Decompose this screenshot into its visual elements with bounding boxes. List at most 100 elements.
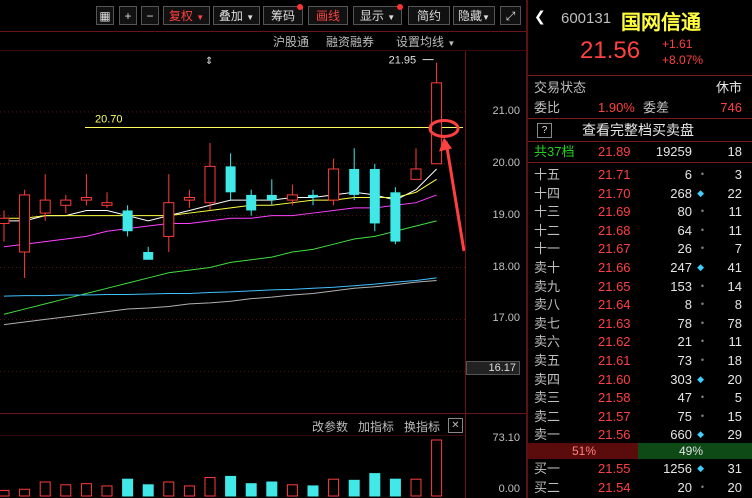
order-book-row[interactable]: 十二 21.68 64 • 11 bbox=[528, 221, 752, 240]
order-book-row[interactable]: 十四 21.70 268 ◆ 22 bbox=[528, 184, 752, 203]
volume-bar bbox=[410, 478, 422, 497]
level-price: 21.63 bbox=[598, 315, 631, 331]
level-label: 卖十 bbox=[534, 260, 561, 275]
order-book-row[interactable]: 卖一 21.56 660 ◆ 29 bbox=[528, 425, 752, 444]
yincang-dropdown[interactable]: 隐藏▼ bbox=[453, 6, 495, 25]
order-book-row[interactable]: 十三 21.69 80 • 11 bbox=[528, 202, 752, 221]
level-count: 18 bbox=[727, 353, 742, 368]
fuquan-dropdown[interactable]: 复权 ▼ bbox=[163, 6, 210, 25]
order-book-row[interactable]: 卖六 21.62 21 • 11 bbox=[528, 332, 752, 351]
volume-bar bbox=[431, 439, 443, 497]
level-count: 20 bbox=[727, 371, 742, 387]
price-tick-label: 21.00 bbox=[492, 104, 520, 117]
expand-icon[interactable]: ⤢ bbox=[500, 6, 521, 25]
order-book-row[interactable]: 卖三 21.58 47 • 5 bbox=[528, 388, 752, 407]
level-price: 21.57 bbox=[598, 408, 631, 424]
chevron-down-icon: ▼ bbox=[447, 39, 456, 48]
level-price: 21.54 bbox=[598, 479, 631, 495]
order-book-row[interactable]: 卖四 21.60 303 ◆ 20 bbox=[528, 370, 752, 389]
drag-handle-icon[interactable]: ⇕ bbox=[205, 56, 213, 67]
grid-icon[interactable]: ▦ bbox=[96, 6, 114, 25]
full-book-link[interactable]: 查看完整档买卖盘 bbox=[582, 121, 694, 140]
candle-body bbox=[266, 194, 277, 201]
candle-body bbox=[246, 194, 257, 211]
candle-body bbox=[101, 202, 113, 206]
order-book-row[interactable]: 十五 21.71 6 • 3 bbox=[528, 165, 752, 184]
price-tick-label: 17.00 bbox=[492, 312, 520, 325]
status-value: 休市 bbox=[715, 80, 742, 95]
volume-bar bbox=[225, 475, 237, 497]
chevron-down-icon: ▼ bbox=[196, 13, 205, 22]
order-book-row[interactable]: 卖五 21.61 73 • 18 bbox=[528, 351, 752, 370]
chart-toolbar: ▦ + − 复权 ▼ 叠加 ▼ 筹码 画线 显示 ▼ 简约 隐藏▼ ⤢ bbox=[0, 0, 526, 32]
level-label: 卖六 bbox=[534, 334, 561, 350]
zoom-in-button[interactable]: + bbox=[119, 6, 137, 25]
candle-body bbox=[286, 194, 298, 201]
zoom-out-button[interactable]: − bbox=[141, 6, 159, 25]
stock-code: 600131 bbox=[561, 10, 612, 27]
close-icon[interactable]: ✕ bbox=[448, 418, 463, 433]
order-book-row[interactable]: 卖九 21.65 153 • 14 bbox=[528, 277, 752, 296]
order-book-row[interactable]: 十一 21.67 26 • 7 bbox=[528, 239, 752, 258]
order-book-row[interactable]: 卖二 21.57 75 • 15 bbox=[528, 407, 752, 426]
level-label: 十二 bbox=[534, 222, 561, 238]
volume-bar bbox=[101, 485, 113, 497]
huan-zhibiao-link[interactable]: 换指标 bbox=[404, 418, 440, 435]
order-book-row[interactable]: 买二 21.54 20 • 20 bbox=[528, 478, 752, 497]
jianyue-button[interactable]: 简约 bbox=[408, 6, 450, 25]
gai-canshu-link[interactable]: 改参数 bbox=[312, 418, 348, 435]
order-book-row[interactable]: 卖十 21.66 247 ◆ 41 bbox=[528, 258, 752, 277]
level-volume: 26 bbox=[677, 241, 692, 257]
level-count: 11 bbox=[728, 222, 743, 238]
level-label: 卖五 bbox=[534, 353, 561, 368]
huaxian-button[interactable]: 画线 bbox=[308, 6, 348, 25]
candlestick-chart[interactable]: 20.70 21.95 bbox=[0, 51, 465, 413]
level-label: 卖九 bbox=[534, 278, 561, 294]
yincang-label: 隐藏 bbox=[458, 9, 483, 23]
order-book-row[interactable]: 买一 21.55 1256 ◆ 31 bbox=[528, 459, 752, 478]
level-marker-icon: • bbox=[700, 317, 704, 328]
level-marker-icon: ◆ bbox=[697, 262, 704, 272]
level-volume: 78 bbox=[677, 315, 692, 331]
rongzi-link[interactable]: 融资融券 bbox=[326, 33, 374, 50]
divider bbox=[528, 75, 752, 76]
back-arrow-icon[interactable]: ❮ bbox=[534, 8, 546, 25]
level-price: 21.58 bbox=[598, 390, 631, 406]
price-change-pct: +8.07% bbox=[662, 53, 704, 67]
level-label: 卖三 bbox=[534, 390, 561, 406]
candle-body bbox=[122, 210, 133, 232]
order-book-row[interactable]: 卖八 21.64 8 • 8 bbox=[528, 295, 752, 314]
full-book-row[interactable]: ? 查看完整档买卖盘 bbox=[528, 121, 752, 140]
jia-zhibiao-link[interactable]: 加指标 bbox=[358, 418, 394, 435]
candle-body bbox=[0, 217, 10, 224]
order-book-row[interactable]: 卖七 21.63 78 • 78 bbox=[528, 314, 752, 333]
level-volume: 20 bbox=[677, 479, 692, 495]
horizontal-line-label: 20.70 bbox=[95, 113, 123, 125]
volume-zero-label: 0.00 bbox=[498, 483, 520, 495]
volume-bar bbox=[266, 481, 278, 497]
hugutong-link[interactable]: 沪股通 bbox=[273, 33, 309, 50]
volume-bar bbox=[163, 481, 175, 497]
volume-bar bbox=[39, 481, 51, 497]
diejia-dropdown[interactable]: 叠加 ▼ bbox=[213, 6, 260, 25]
help-icon[interactable]: ? bbox=[537, 123, 552, 138]
level-label: 卖七 bbox=[534, 315, 561, 331]
level-count: 78 bbox=[727, 315, 742, 331]
level-count: 3 bbox=[734, 167, 742, 182]
level-volume: 47 bbox=[677, 390, 692, 406]
level-label: 卖四 bbox=[534, 371, 561, 387]
status-row: 交易状态 休市 bbox=[528, 78, 752, 97]
volume-bar bbox=[369, 473, 381, 497]
weibi-label: 委比 bbox=[534, 100, 561, 115]
candle-body bbox=[410, 168, 422, 180]
status-label: 交易状态 bbox=[534, 80, 587, 95]
level-volume: 153 bbox=[670, 278, 692, 294]
volume-bar bbox=[328, 478, 340, 497]
level-count: 8 bbox=[734, 297, 742, 313]
xianshi-dropdown[interactable]: 显示 ▼ bbox=[353, 6, 402, 25]
level-marker-icon: • bbox=[700, 481, 704, 492]
levels-price: 21.89 bbox=[598, 144, 631, 159]
level-count: 20 bbox=[727, 479, 742, 495]
ma-settings-dropdown[interactable]: 设置均线 ▼ bbox=[396, 33, 455, 50]
level-marker-icon: • bbox=[700, 169, 704, 179]
